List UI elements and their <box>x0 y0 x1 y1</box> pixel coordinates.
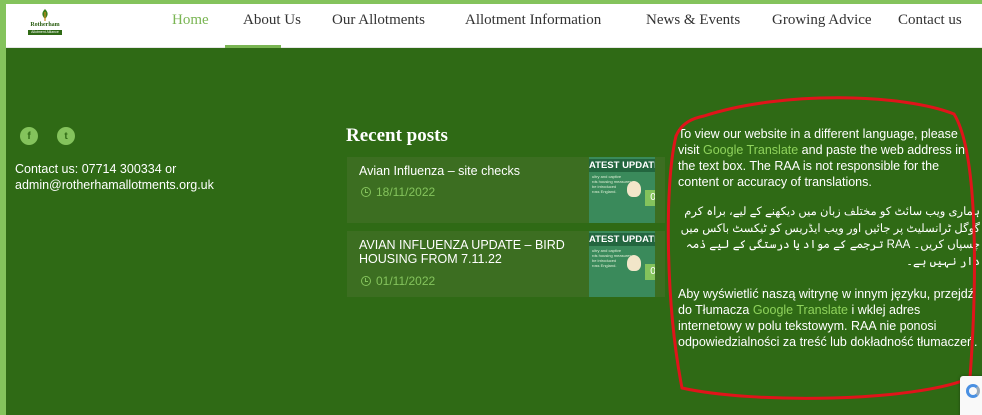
site-header: Rotherham Allotment Alliance Home About … <box>6 4 982 48</box>
post-title[interactable]: Avian Influenza – site checks <box>359 164 579 178</box>
thumbnail-heading: ATEST UPDATE <box>589 233 655 246</box>
nav-our-allotments[interactable]: Our Allotments <box>332 12 425 29</box>
translation-note-urdu: ہماری ویب سائٹ کو مختلف زبان میں دیکھنے … <box>680 206 980 268</box>
translation-notice: To view our website in a different langu… <box>678 126 980 364</box>
post-thumbnail[interactable]: ATEST UPDATE ultry and captive rds housi… <box>589 231 655 297</box>
recaptcha-badge[interactable] <box>960 376 982 415</box>
recent-posts-heading: Recent posts <box>346 125 448 146</box>
recent-post-item[interactable]: AVIAN INFLUENZA UPDATE – BIRD HOUSING FR… <box>347 231 665 297</box>
thumbnail-heading: ATEST UPDATE <box>589 159 655 172</box>
contact-email[interactable]: admin@rotherhamallotments.org.uk <box>15 177 235 193</box>
post-thumbnail[interactable]: ATEST UPDATE ultry and captive rds housi… <box>589 157 655 223</box>
nav-active-underline <box>225 45 281 48</box>
facebook-icon[interactable]: f <box>20 127 38 145</box>
nav-about-us[interactable]: About Us <box>243 12 301 29</box>
comment-count-badge: 0 <box>645 190 655 206</box>
main-navigation: Home About Us Our Allotments Allotment I… <box>6 4 982 48</box>
thumbnail-text: ultry and captive rds housing measures b… <box>592 174 632 194</box>
frame-left-border <box>0 0 6 415</box>
comment-count-badge: 0 <box>645 264 655 280</box>
contact-phone: Contact us: 07714 300334 or <box>15 162 177 176</box>
clock-icon <box>361 276 371 286</box>
frame-top-border <box>0 0 982 4</box>
recaptcha-icon <box>966 384 980 398</box>
thumbnail-text: ultry and captive rds housing measures b… <box>592 248 632 268</box>
nav-contact-us[interactable]: Contact us <box>898 12 962 29</box>
post-title[interactable]: AVIAN INFLUENZA UPDATE – BIRD HOUSING FR… <box>359 238 579 266</box>
google-translate-link[interactable]: Google Translate <box>703 143 798 157</box>
post-date: 01/11/2022 <box>361 274 435 288</box>
post-date: 18/11/2022 <box>361 185 435 199</box>
contact-info: Contact us: 07714 300334 or admin@rother… <box>15 161 235 193</box>
google-translate-link[interactable]: Google Translate <box>753 303 848 317</box>
twitter-icon[interactable]: t <box>57 127 75 145</box>
recent-post-item[interactable]: Avian Influenza – site checks 18/11/2022… <box>347 157 665 223</box>
clock-icon <box>361 187 371 197</box>
bird-illustration <box>627 181 641 197</box>
post-date-text: 01/11/2022 <box>376 274 436 288</box>
nav-home[interactable]: Home <box>172 12 209 29</box>
nav-growing-advice[interactable]: Growing Advice <box>772 12 872 29</box>
nav-allotment-information[interactable]: Allotment Information <box>465 12 601 29</box>
bird-illustration <box>627 255 641 271</box>
nav-news-events[interactable]: News & Events <box>646 12 740 29</box>
translation-note-english: To view our website in a different langu… <box>678 126 980 190</box>
post-date-text: 18/11/2022 <box>376 185 436 199</box>
translation-note-polish: Aby wyświetlić naszą witrynę w innym jęz… <box>678 286 980 350</box>
